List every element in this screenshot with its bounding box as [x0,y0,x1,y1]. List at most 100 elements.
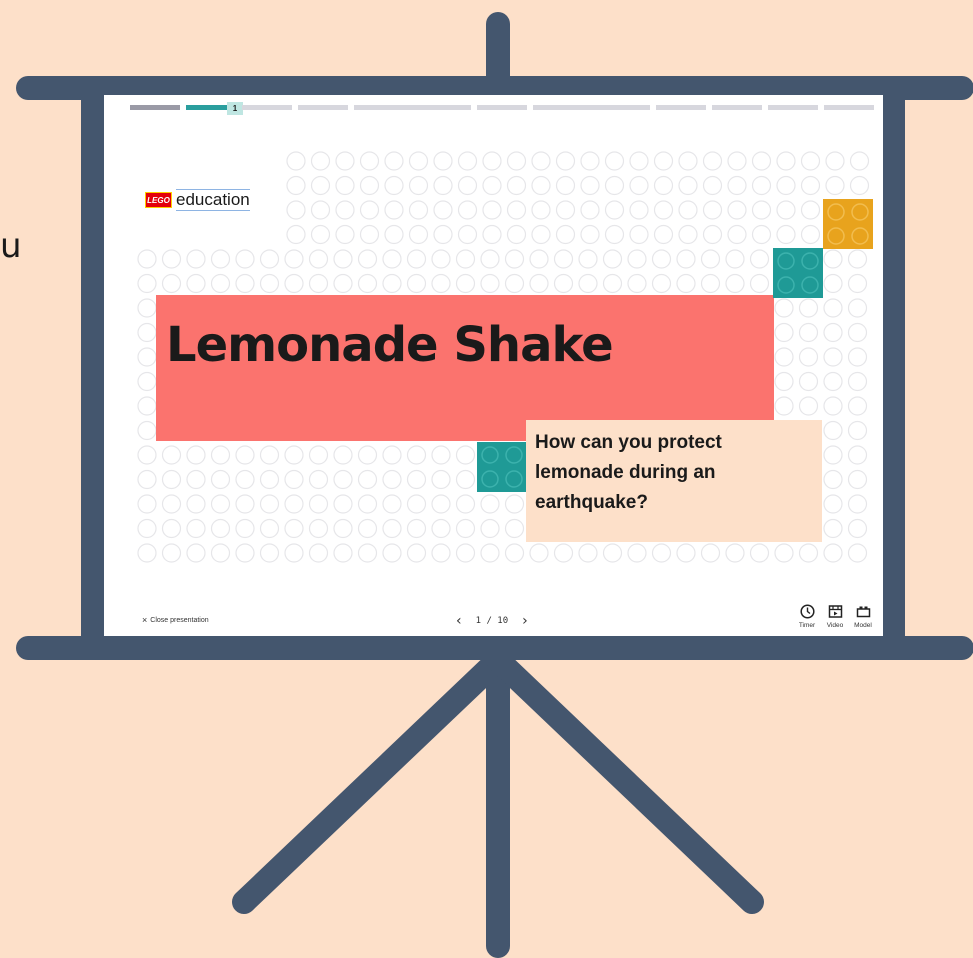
stud [580,151,600,171]
stud [210,273,231,294]
stud [725,249,745,269]
progress-segment[interactable] [130,105,180,110]
stud [210,494,231,514]
lego-logo-brick: LEGO [145,192,172,208]
video-button[interactable]: Video [825,604,845,629]
stud [455,445,476,465]
stud [455,494,476,514]
stud [555,224,576,245]
stud [653,224,674,245]
presentation-screen: 1 LEGO education Lemonade Shake How can … [104,95,883,636]
stud [384,151,404,171]
chevron-left-icon[interactable]: ‹ [456,613,462,629]
stud [847,543,868,563]
stud [847,420,868,441]
stud [627,249,647,269]
stud [553,273,574,294]
stud [406,249,427,269]
progress-segment[interactable] [242,105,292,110]
stud [774,322,794,343]
stud [727,224,747,245]
close-presentation-button[interactable]: × Close presentation [142,616,209,625]
stud [284,249,304,269]
progress-segment[interactable] [354,105,471,110]
stud [580,175,600,196]
stud [825,175,845,196]
stud [259,469,280,490]
stud [357,273,378,294]
progress-segment[interactable] [477,105,527,110]
stud [235,273,255,294]
stud [455,469,476,490]
stud [776,200,796,220]
stud [137,543,157,563]
stud [702,175,723,196]
stud [431,494,451,514]
progress-segment[interactable] [824,105,874,110]
stud [506,200,527,220]
progress-segment[interactable] [533,105,650,110]
stud [653,200,674,220]
timer-button[interactable]: Timer [797,604,817,629]
stud [457,224,478,245]
stud [847,371,868,392]
stud [823,420,843,441]
stud [774,347,794,367]
stud [382,543,402,563]
stud [161,249,182,269]
stud [480,273,500,294]
stud [455,249,476,269]
stud [137,396,157,416]
chevron-right-icon[interactable]: › [522,613,528,629]
stud [798,371,819,392]
stud [310,151,331,171]
stud [555,175,576,196]
stud [578,249,598,269]
stud [137,469,157,490]
stud [284,518,304,539]
stud [333,469,353,490]
stud [137,273,157,294]
progress-segment[interactable] [712,105,762,110]
video-label: Video [826,622,844,629]
presentation-footer: × Close presentation ‹ 1 / 10 › Timer Vi… [104,596,883,636]
stud [308,273,329,294]
stud [235,445,255,465]
stud [406,445,427,465]
stud [627,273,647,294]
stud [774,298,794,318]
progress-segment[interactable] [656,105,706,110]
stud [408,151,429,171]
stud [651,543,672,563]
stud [457,175,478,196]
stud [359,151,380,171]
stud [382,494,402,514]
stud [529,273,549,294]
progress-segment[interactable] [298,105,348,110]
stud [284,543,304,563]
stud [308,543,329,563]
stud [676,543,696,563]
stud [357,445,378,465]
stud [210,469,231,490]
easel-right-leg [486,648,764,914]
model-icon [856,606,870,618]
model-button[interactable]: Model [853,604,873,629]
stud [431,249,451,269]
stud [749,543,770,563]
stud [406,494,427,514]
stud [310,200,331,220]
stud [749,273,770,294]
stud [725,543,745,563]
stud [800,175,821,196]
stud [210,543,231,563]
stud [259,518,280,539]
progress-segment[interactable] [768,105,818,110]
stud [480,494,500,514]
logo-wordmark: education [176,189,250,211]
stud [406,543,427,563]
stud [482,151,502,171]
stud [308,518,329,539]
teal-brick-upper [773,248,823,298]
teal-brick-lower [477,442,527,492]
